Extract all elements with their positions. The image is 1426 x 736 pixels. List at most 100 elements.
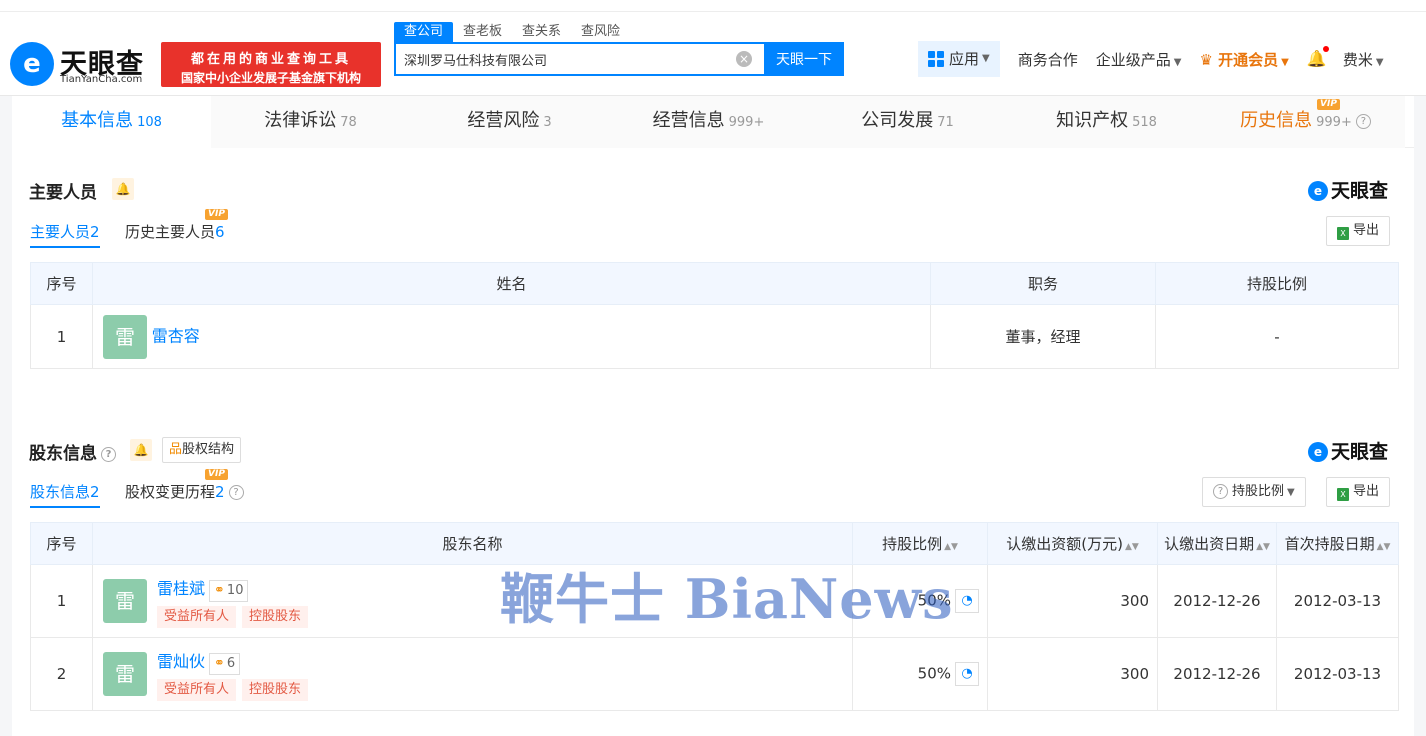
search-button[interactable]: 天眼一下 xyxy=(764,42,844,76)
search-tab-company[interactable]: 查公司 xyxy=(394,22,454,42)
nav-business-cooperation[interactable]: 商务合作 xyxy=(1018,49,1078,70)
vip-badge: VIP xyxy=(1317,99,1340,110)
tab-company-development[interactable]: 公司发展 71 xyxy=(808,96,1007,148)
subtab-count: 6 xyxy=(215,223,225,241)
export-button[interactable]: X 导出 xyxy=(1326,216,1391,246)
tab-label: 历史信息 xyxy=(1240,110,1313,131)
subscribe-date-cell: 2012-12-26 xyxy=(1157,637,1277,711)
subtab-count: 2 xyxy=(90,483,100,501)
tab-count: 78 xyxy=(340,115,357,130)
search-type-tabs: 查公司 查老板 查关系 查风险 xyxy=(394,22,630,42)
tab-basic-info[interactable]: 基本信息 108 xyxy=(12,96,211,148)
search-tab-risk[interactable]: 查风险 xyxy=(571,22,630,42)
shareholder-name-link[interactable]: 雷灿伙 xyxy=(157,652,205,671)
shareholders-title: 股东信息? xyxy=(29,439,116,464)
chevron-down-icon: ▼ xyxy=(1281,56,1289,68)
col-subscribed-amount[interactable]: 认缴出资额(万元) ▲▼ xyxy=(987,522,1158,565)
logo-eye-icon: e xyxy=(1308,181,1328,201)
crown-icon: ♛ xyxy=(1199,50,1213,69)
help-icon[interactable]: ? xyxy=(101,446,116,462)
vip-label: 开通会员 xyxy=(1218,50,1279,69)
row-index: 1 xyxy=(30,304,93,369)
tab-count: 71 xyxy=(937,115,954,130)
tab-label: 法律诉讼 xyxy=(264,110,337,131)
chevron-down-icon: ▼ xyxy=(1173,56,1182,68)
shareholder-cell: 雷 雷灿伙 ⚭ 6 受益所有人 控股股东 xyxy=(92,637,853,711)
structure-label: 股权结构 xyxy=(182,442,235,457)
equity-structure-button[interactable]: 品股权结构 xyxy=(162,437,242,463)
search-tab-relation[interactable]: 查关系 xyxy=(512,22,571,42)
notification-bell-icon[interactable]: 🔔 xyxy=(1307,46,1329,68)
tab-ip[interactable]: 知识产权 518 xyxy=(1007,96,1206,148)
tab-business-info[interactable]: 经营信息 999+ xyxy=(609,96,808,148)
sort-icon: ▲▼ xyxy=(1256,542,1270,552)
bianews-watermark: 鞭牛士 BiaNews xyxy=(500,567,954,631)
amount-cell: 300 xyxy=(987,637,1158,711)
tab-count: 108 xyxy=(137,115,162,130)
vip-badge: VIP xyxy=(205,209,228,220)
tab-label: 公司发展 xyxy=(861,110,934,131)
tab-legal[interactable]: 法律诉讼 78 xyxy=(211,96,410,148)
amount-cell: 300 xyxy=(987,564,1158,638)
col-index: 序号 xyxy=(30,522,93,565)
pie-chart-icon[interactable]: ◔ xyxy=(955,589,979,613)
tab-business-risk[interactable]: 经营风险 3 xyxy=(410,96,609,148)
first-date-cell: 2012-03-13 xyxy=(1276,637,1399,711)
sort-by-share-dropdown[interactable]: ? 持股比例 ▼ xyxy=(1202,477,1306,507)
search-box: × xyxy=(394,42,764,76)
shareholder-name-link[interactable]: 雷桂斌 xyxy=(157,579,205,598)
help-icon[interactable]: ? xyxy=(228,485,244,500)
subscribe-bell-icon[interactable]: 🔔 xyxy=(130,439,152,461)
subtab-key-personnel[interactable]: 主要人员2 xyxy=(30,221,100,248)
tab-history[interactable]: 历史信息 999+? VIP xyxy=(1206,96,1405,148)
share-cell: - xyxy=(1155,304,1399,369)
search-input[interactable] xyxy=(396,44,716,74)
tianyancha-logo[interactable]: e 天眼查 TianYanCha.com xyxy=(10,40,155,90)
subtab-count: 2 xyxy=(90,223,100,241)
search-tab-boss[interactable]: 查老板 xyxy=(453,22,512,42)
share-cell: 50% ◔ xyxy=(852,637,988,711)
export-button[interactable]: X 导出 xyxy=(1326,477,1391,507)
col-share: 持股比例 xyxy=(1155,262,1399,305)
person-cell: 雷 雷杏容 xyxy=(92,304,931,369)
relation-count-badge[interactable]: ⚭ 6 xyxy=(209,652,241,675)
subtab-history-personnel[interactable]: 历史主要人员6 xyxy=(125,221,225,242)
pie-chart-icon[interactable]: ◔ xyxy=(955,662,979,686)
tab-count: 999+ xyxy=(1316,115,1352,130)
logo-eye-icon: e xyxy=(1308,442,1328,462)
help-icon[interactable]: ? xyxy=(1355,113,1371,129)
tab-count: 3 xyxy=(543,115,552,130)
sort-icon: ▲▼ xyxy=(944,542,958,552)
shareholders-title-text: 股东信息 xyxy=(29,444,97,464)
notification-dot xyxy=(1322,46,1329,52)
promo-line-1: 都在用的商业查询工具 xyxy=(190,52,351,67)
avatar: 雷 xyxy=(103,579,147,623)
subscribe-bell-icon[interactable]: 🔔 xyxy=(112,178,134,200)
apps-grid-icon xyxy=(928,51,944,67)
clear-icon[interactable]: × xyxy=(736,51,752,67)
nav-enterprise-label: 企业级产品 xyxy=(1095,50,1171,69)
user-menu[interactable]: 费米 ▼ xyxy=(1343,49,1384,70)
nav-open-vip[interactable]: ♛ 开通会员 ▼ xyxy=(1199,49,1288,70)
user-name: 费米 xyxy=(1342,50,1373,69)
brand-text: 天眼查 xyxy=(1331,441,1389,463)
tag-beneficial-owner: 受益所有人 xyxy=(157,678,237,701)
apps-button[interactable]: 应用 ▼ xyxy=(918,41,1000,77)
tab-label: 知识产权 xyxy=(1056,110,1129,131)
col-subscribe-date[interactable]: 认缴出资日期 ▲▼ xyxy=(1157,522,1277,565)
nav-enterprise-products[interactable]: 企业级产品 ▼ xyxy=(1096,49,1182,70)
subtab-equity-change-history[interactable]: 股权变更历程2? xyxy=(125,481,244,502)
sort-icon: ▲▼ xyxy=(1124,542,1139,552)
tab-count: 999+ xyxy=(728,115,765,130)
col-first-hold-date[interactable]: 首次持股日期 ▲▼ xyxy=(1276,522,1399,565)
subtab-label: 主要人员 xyxy=(30,223,91,241)
key-personnel-table: 序号 姓名 职务 持股比例 1 雷 雷杏容 董事，经理 - xyxy=(30,262,1399,369)
person-name-link[interactable]: 雷杏容 xyxy=(152,326,200,345)
avatar: 雷 xyxy=(103,314,147,359)
subtab-shareholders[interactable]: 股东信息2 xyxy=(30,481,100,508)
logo-eye-icon: e xyxy=(10,42,54,86)
brand-watermark-logo: e 天眼查 xyxy=(1308,176,1388,203)
relation-count-badge[interactable]: ⚭ 10 xyxy=(209,579,249,602)
top-nav: 应用 ▼ 商务合作 企业级产品 ▼ ♛ 开通会员 ▼ 🔔 费米 ▼ xyxy=(918,41,1384,77)
promo-banner[interactable]: 都在用的商业查询工具 国家中小企业发展子基金旗下机构 xyxy=(161,42,381,87)
